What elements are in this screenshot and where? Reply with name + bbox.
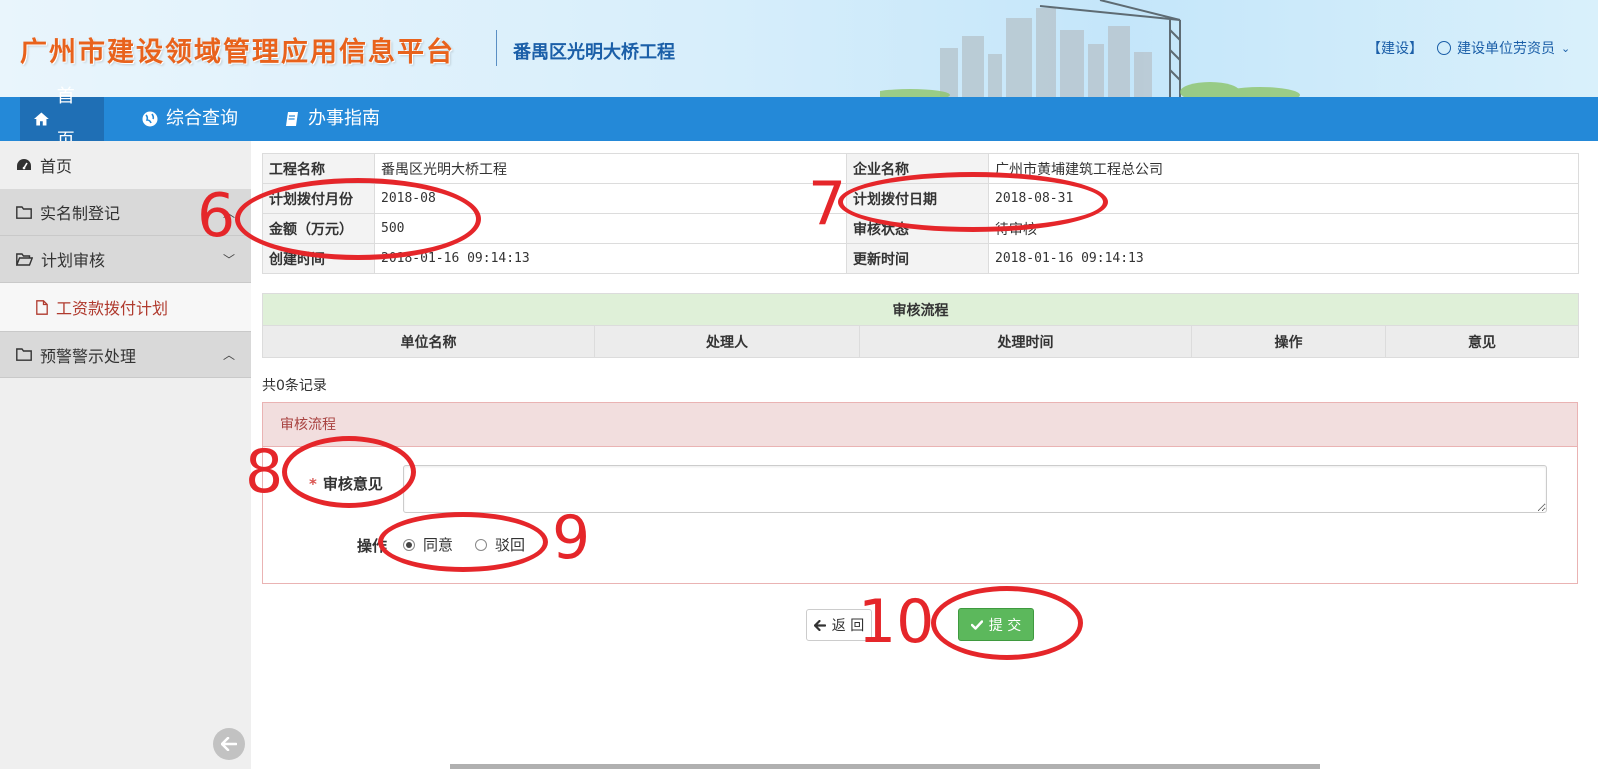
sidebar-item-label: 工资款拨付计划 (56, 299, 169, 318)
annotation-number: 10 (858, 587, 935, 657)
page-bottom-edge (450, 764, 1320, 769)
sidebar-item-label: 预警警示处理 (40, 346, 137, 366)
dashboard-icon (17, 159, 31, 170)
globe-icon (142, 111, 158, 127)
sidebar-group-warning[interactable]: 预警警示处理 ︿ (0, 331, 251, 378)
column-header: 单位名称 (262, 325, 595, 358)
flow-table-title: 审核流程 (261, 293, 1580, 326)
annotation-ellipse (931, 586, 1083, 660)
review-flow-table: 审核流程 单位名称 处理人 处理时间 操作 意见 (261, 293, 1580, 358)
chevron-down-icon[interactable]: ⌄ (1561, 42, 1570, 55)
annotation-ellipse (838, 172, 1108, 232)
arrow-left-icon (221, 737, 237, 751)
folder-icon (16, 348, 32, 361)
sidebar-item-label: 首页 (40, 157, 73, 176)
created-value: 2018-01-16 09:14:13 (374, 243, 847, 274)
user-area[interactable]: 【建设】 建设单位劳资员 ⌄ (1367, 38, 1570, 58)
header-divider (496, 30, 497, 66)
file-icon (36, 299, 48, 315)
sidebar-item-label: 实名制登记 (40, 204, 121, 223)
annotation-number: 8 (245, 437, 284, 507)
sidebar-item-label: 计划审核 (41, 251, 106, 270)
table-row: 创建时间 2018-01-16 09:14:13 更新时间 2018-01-16… (262, 243, 1579, 274)
folder-open-icon (16, 252, 33, 266)
annotation-number: 6 (197, 181, 236, 251)
sidebar-item-wage-plan[interactable]: 工资款拨付计划 (0, 283, 251, 331)
column-header: 意见 (1384, 325, 1580, 358)
record-count: 共0条记录 (262, 378, 327, 394)
updated-value: 2018-01-16 09:14:13 (988, 243, 1579, 274)
user-icon (1437, 41, 1451, 55)
annotation-ellipse (282, 436, 416, 508)
nav-query[interactable]: 综合查询 (128, 97, 252, 141)
top-navbar: 首页 综合查询 办事指南 (0, 86, 1598, 151)
company-value: 广州市黄埔建筑工程总公司 (988, 153, 1579, 184)
chevron-down-icon: ﹀ (222, 252, 235, 267)
column-header: 操作 (1191, 325, 1386, 358)
user-name[interactable]: 建设单位劳资员 (1457, 38, 1555, 58)
current-project-name: 番禺区光明大桥工程 (513, 42, 675, 63)
folder-icon (16, 205, 32, 219)
chevron-up-icon: ︿ (222, 348, 235, 362)
column-header: 处理人 (594, 325, 860, 358)
project-name-value: 番禺区光明大桥工程 (374, 153, 847, 184)
annotation-ellipse (235, 178, 481, 260)
annotation-ellipse (378, 512, 548, 572)
sidebar-collapse-button[interactable] (213, 728, 245, 760)
header-banner: 广州市建设领域管理应用信息平台 番禺区光明大桥工程 【建设】 建设单位劳资员 ⌄ (0, 0, 1598, 97)
table-row: 审核流程 (261, 293, 1580, 326)
nav-guide-label: 办事指南 (308, 108, 380, 129)
nav-home[interactable]: 首页 (20, 86, 104, 151)
platform-title: 广州市建设领域管理应用信息平台 (20, 37, 455, 68)
nav-guide[interactable]: 办事指南 (270, 97, 394, 141)
book-icon (286, 112, 298, 126)
home-icon (34, 112, 49, 126)
annotation-number: 9 (552, 503, 591, 573)
arrow-left-icon (813, 619, 826, 631)
nav-query-label: 综合查询 (166, 108, 238, 129)
role-tag[interactable]: 【建设】 (1367, 38, 1423, 58)
column-header: 处理时间 (859, 325, 1192, 358)
panel-title: 审核流程 (263, 403, 1577, 447)
table-header-row: 单位名称 处理人 处理时间 操作 意见 (262, 325, 1580, 358)
updated-label: 更新时间 (846, 243, 989, 274)
